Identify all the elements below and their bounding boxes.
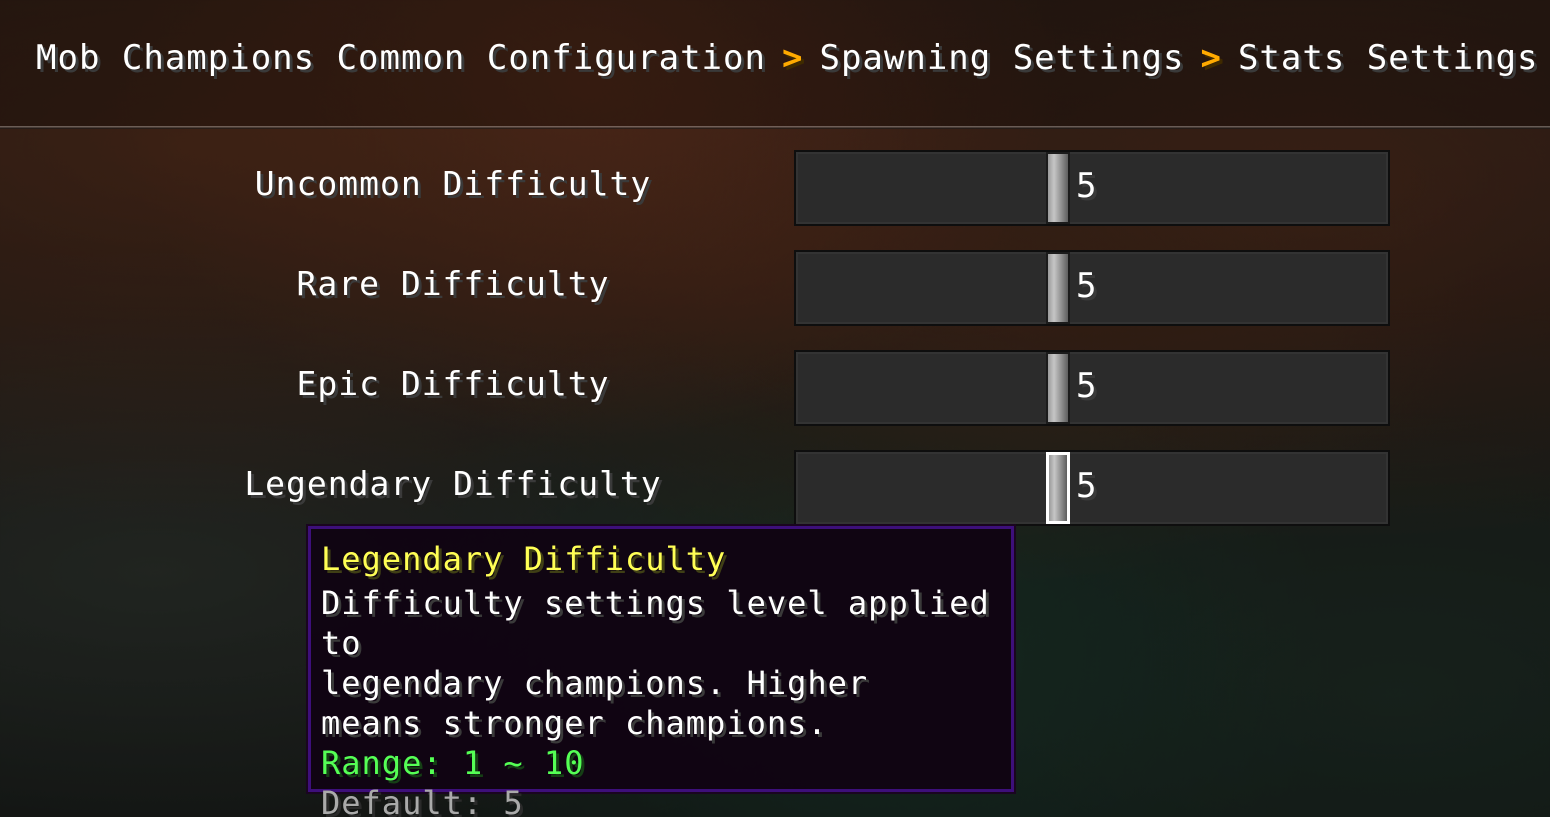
rare-difficulty-slider[interactable]: 5 (794, 250, 1390, 326)
setting-label: Rare Difficulty (296, 264, 610, 303)
tooltip-title: Legendary Difficulty (321, 540, 727, 578)
breadcrumb-item-root[interactable]: Mob Champions Common Configuration (36, 38, 766, 78)
tooltip-default: Default: 5 (321, 784, 524, 817)
slider-value: 5 (1076, 366, 1097, 406)
slider-handle[interactable] (1046, 252, 1070, 324)
setting-label: Legendary Difficulty (244, 464, 662, 503)
slider-handle[interactable] (1046, 352, 1070, 424)
slider-value: 5 (1076, 266, 1097, 306)
slider-value: 5 (1076, 466, 1097, 506)
breadcrumb-separator-icon: > (781, 38, 804, 78)
setting-row-legendary-difficulty: Legendary Difficulty 5 (0, 450, 1550, 528)
setting-label: Uncommon Difficulty (254, 164, 652, 203)
breadcrumb-separator-icon: > (1200, 38, 1222, 78)
setting-row-epic-difficulty: Epic Difficulty 5 (0, 350, 1550, 428)
header-divider (0, 126, 1550, 129)
setting-row-uncommon-difficulty: Uncommon Difficulty 5 (0, 150, 1550, 228)
breadcrumb-item-stats-settings: Stats Settings (1237, 38, 1539, 78)
breadcrumb-item-spawning-settings[interactable]: Spawning Settings (819, 38, 1184, 78)
breadcrumb: Mob Champions Common Configuration > Spa… (36, 38, 1539, 78)
tooltip-description: Difficulty settings level applied to leg… (321, 584, 990, 742)
slider-handle[interactable] (1046, 452, 1070, 524)
slider-handle[interactable] (1046, 152, 1070, 224)
tooltip-range: Range: 1 ~ 10 (321, 744, 585, 782)
legendary-difficulty-slider[interactable]: 5 (794, 450, 1390, 526)
setting-row-rare-difficulty: Rare Difficulty 5 (0, 250, 1550, 328)
slider-value: 5 (1076, 166, 1097, 206)
setting-label: Epic Difficulty (296, 364, 610, 403)
uncommon-difficulty-slider[interactable]: 5 (794, 150, 1390, 226)
setting-tooltip: Legendary Difficulty Difficulty settings… (308, 526, 1014, 817)
epic-difficulty-slider[interactable]: 5 (794, 350, 1390, 426)
